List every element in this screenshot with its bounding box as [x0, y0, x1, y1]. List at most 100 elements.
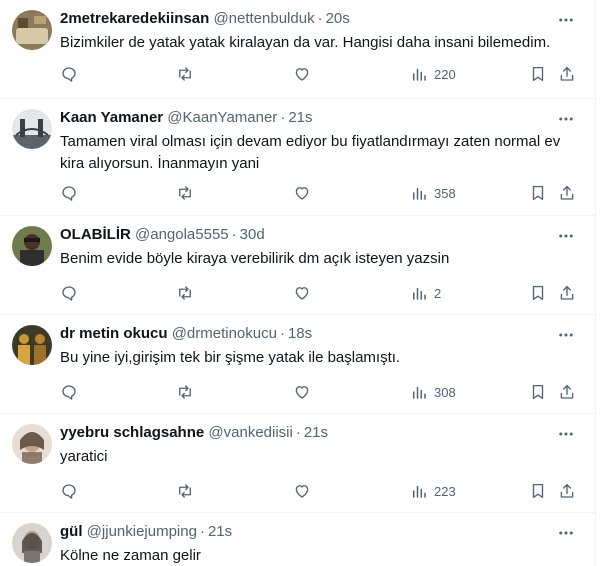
views-icon	[413, 386, 426, 399]
retweet-button[interactable]	[176, 481, 194, 501]
views-button[interactable]: 2	[410, 283, 441, 303]
bookmark-icon	[532, 483, 544, 499]
tweet[interactable]: yyebru schlagsahne @vankediisii · 21s yara…	[0, 414, 595, 513]
timestamp[interactable]: 21s	[304, 424, 328, 441]
more-icon[interactable]	[557, 110, 575, 128]
timestamp[interactable]: 21s	[208, 523, 232, 540]
bookmark-button[interactable]	[529, 481, 547, 501]
reply-button[interactable]	[60, 382, 78, 402]
share-button[interactable]	[558, 382, 576, 402]
more-icon[interactable]	[557, 524, 575, 542]
retweet-icon	[179, 484, 191, 498]
tweet-text: Bu yine iyi,girişim tek bir şişme yatak …	[60, 349, 401, 366]
retweet-icon	[179, 385, 191, 399]
user-handle[interactable]: @angola5555	[135, 226, 229, 243]
bookmark-button[interactable]	[529, 64, 547, 84]
tweet[interactable]: Kaan Yamaner @KaanYamaner · 21s Tamamen vi…	[0, 99, 595, 216]
timestamp[interactable]: 30d	[240, 226, 265, 243]
bookmark-button[interactable]	[529, 382, 547, 402]
reply-icon	[62, 385, 76, 400]
display-name[interactable]: OLABİLİR	[60, 226, 131, 243]
more-icon[interactable]	[557, 425, 575, 443]
reply-icon	[62, 67, 76, 82]
retweet-button[interactable]	[176, 183, 194, 203]
retweet-icon	[179, 186, 191, 200]
like-button[interactable]	[293, 382, 311, 402]
views-icon	[413, 187, 426, 200]
user-handle[interactable]: @jjunkiejumping	[87, 523, 197, 540]
user-handle[interactable]: @vankediisii	[208, 424, 292, 441]
bookmark-button[interactable]	[529, 183, 547, 203]
retweet-icon	[179, 286, 191, 300]
tweet-header: 2metrekaredekiinsan @nettenbulduk · 20s	[60, 9, 350, 29]
share-button[interactable]	[558, 183, 576, 203]
share-icon	[560, 66, 574, 81]
separator-dot: ·	[317, 10, 323, 27]
retweet-button[interactable]	[176, 382, 194, 402]
display-name[interactable]: gül	[60, 523, 83, 540]
share-icon	[560, 384, 574, 399]
timestamp[interactable]: 21s	[288, 109, 312, 126]
tweet-header: gül @jjunkiejumping · 21s	[60, 522, 232, 542]
views-button[interactable]: 220	[410, 64, 456, 84]
tweet[interactable]: dr metin okucu @drmetinokucu · 18s Bu yine…	[0, 315, 595, 414]
avatar[interactable]	[12, 10, 52, 50]
views-button[interactable]: 308	[410, 382, 456, 402]
retweet-button[interactable]	[176, 64, 194, 84]
share-button[interactable]	[558, 481, 576, 501]
like-button[interactable]	[293, 183, 311, 203]
tweet-header: dr metin okucu @drmetinokucu · 18s	[60, 324, 312, 344]
tweet[interactable]: OLABİLİR @angola5555 · 30d Benim evide böy…	[0, 216, 595, 315]
display-name[interactable]: Kaan Yamaner	[60, 109, 163, 126]
more-icon[interactable]	[557, 227, 575, 245]
avatar[interactable]	[12, 424, 52, 464]
share-button[interactable]	[558, 64, 576, 84]
reply-icon	[62, 286, 76, 301]
timestamp[interactable]: 18s	[288, 325, 312, 342]
timestamp[interactable]: 20s	[326, 10, 350, 27]
avatar[interactable]	[12, 109, 52, 149]
user-handle[interactable]: @KaanYamaner	[167, 109, 277, 126]
view-count: 308	[434, 384, 456, 400]
tweet[interactable]: 2metrekaredekiinsan @nettenbulduk · 20s Bi…	[0, 0, 595, 99]
retweet-button[interactable]	[176, 283, 194, 303]
like-button[interactable]	[293, 481, 311, 501]
avatar[interactable]	[12, 523, 52, 563]
user-handle[interactable]: @drmetinokucu	[172, 325, 277, 342]
separator-dot: ·	[231, 226, 237, 243]
action-bar: 223	[60, 481, 577, 501]
avatar[interactable]	[12, 226, 52, 266]
like-button[interactable]	[293, 64, 311, 84]
views-button[interactable]: 223	[410, 481, 456, 501]
bookmark-button[interactable]	[529, 283, 547, 303]
action-bar: 308	[60, 382, 577, 402]
share-icon	[560, 285, 574, 300]
reply-button[interactable]	[60, 481, 78, 501]
user-handle[interactable]: @nettenbulduk	[213, 10, 314, 27]
views-icon	[413, 287, 426, 300]
view-count: 358	[434, 185, 456, 201]
more-icon[interactable]	[557, 326, 575, 344]
reply-button[interactable]	[60, 183, 78, 203]
reply-icon	[62, 484, 76, 499]
display-name[interactable]: dr metin okucu	[60, 325, 168, 342]
display-name[interactable]: 2metrekaredekiinsan	[60, 10, 209, 27]
like-button[interactable]	[293, 283, 311, 303]
share-button[interactable]	[558, 283, 576, 303]
separator-dot: ·	[295, 424, 301, 441]
bookmark-icon	[532, 384, 544, 400]
view-count: 220	[434, 66, 456, 82]
more-icon[interactable]	[557, 11, 575, 29]
reply-button[interactable]	[60, 64, 78, 84]
avatar[interactable]	[12, 325, 52, 365]
view-count: 2	[434, 285, 442, 301]
action-bar: 2	[60, 283, 577, 303]
action-bar: 220	[60, 64, 577, 84]
reply-button[interactable]	[60, 283, 78, 303]
separator-dot: ·	[280, 109, 286, 126]
tweet[interactable]: gül @jjunkiejumping · 21s Kölne ne zaman g…	[0, 513, 595, 566]
separator-dot: ·	[199, 523, 205, 540]
views-button[interactable]: 358	[410, 183, 456, 203]
retweet-icon	[179, 67, 191, 81]
display-name[interactable]: yyebru schlagsahne	[60, 424, 204, 441]
